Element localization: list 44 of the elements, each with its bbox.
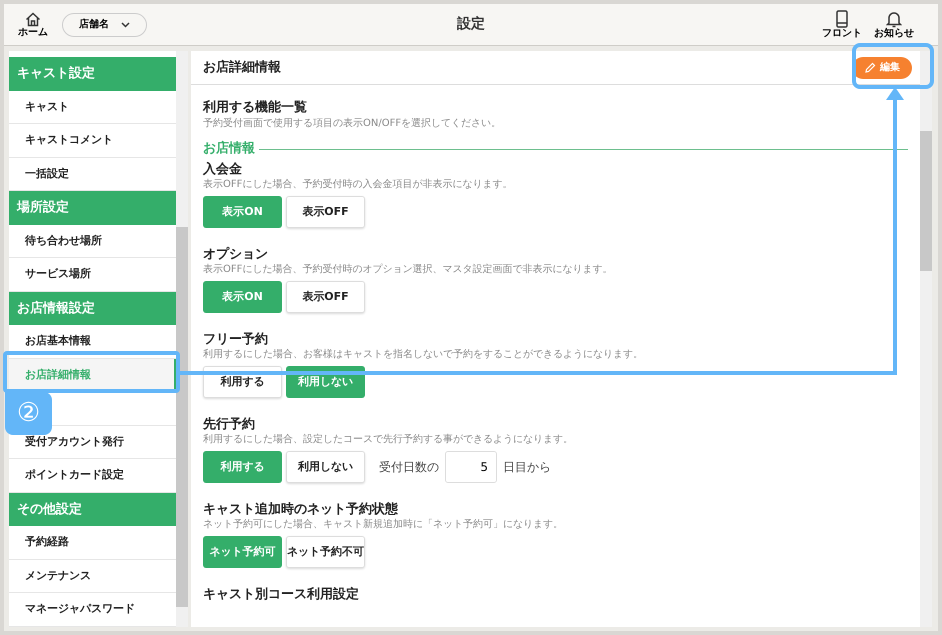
bell-icon <box>886 10 902 28</box>
sidebar-item[interactable]: メンテナンス <box>9 560 176 593</box>
sidebar-section-header: キャスト設定 <box>9 57 176 90</box>
setting-title: 先行予約 <box>203 416 256 433</box>
home-button[interactable]: ホーム <box>16 12 50 38</box>
setting-title: 入会金 <box>203 161 243 178</box>
toggle-option[interactable]: 表示OFF <box>286 196 365 228</box>
days-label: 日目から <box>503 459 551 476</box>
setting-description: 利用するにした場合、お客様はキャストを指名しないで予約をすることができるようになります。 <box>203 348 644 361</box>
setting-title: オプション <box>203 246 269 263</box>
sidebar-item[interactable]: 一括設定 <box>9 158 176 191</box>
setting-title: キャスト別コース利用設定 <box>203 586 360 603</box>
sidebar-item[interactable]: 待ち合わせ場所 <box>9 224 176 258</box>
toggle-option[interactable]: ネット予約不可 <box>286 536 365 568</box>
section-title: 利用する機能一覧 <box>203 99 308 117</box>
setting-title: フリー予約 <box>203 331 269 348</box>
sidebar-section-header: お店情報設定 <box>9 292 176 325</box>
setting-description: ネット予約可にした場合、キャスト新規追加時に「ネット予約可」になります。 <box>203 518 564 531</box>
header-action[interactable]: お知らせ <box>874 10 914 39</box>
setting-description: 利用するにした場合、設定したコースで先行予約する事ができるようになります。 <box>203 433 574 446</box>
section-description: 予約受付画面で使用する項目の表示ON/OFFを選択してください。 <box>203 117 502 131</box>
days-input[interactable]: 5 <box>445 451 497 483</box>
setting-description: 表示OFFにした場合、予約受付時のオプション選択、マスタ設定画面で非表示になります。 <box>203 263 614 276</box>
scrollbar[interactable] <box>176 51 188 627</box>
header-action[interactable]: フロント <box>822 10 862 39</box>
sidebar-item[interactable]: 受付アカウント発行 <box>9 426 176 459</box>
home-icon <box>25 12 41 26</box>
step-badge: ② <box>5 392 52 435</box>
days-label: 受付日数の <box>379 459 439 476</box>
pencil-icon <box>864 62 876 74</box>
store-select[interactable]: 店舗名 <box>62 12 147 36</box>
scrollbar[interactable] <box>920 51 932 627</box>
toggle-option[interactable]: 表示OFF <box>286 281 365 313</box>
chevron-down-icon <box>121 22 130 28</box>
sidebar-item[interactable]: キャスト <box>9 90 176 124</box>
panel-title: お店詳細情報 <box>203 58 281 77</box>
toggle-option[interactable]: 利用しない <box>286 451 365 483</box>
page-title: 設定 <box>457 14 485 34</box>
sidebar-section-header: その他設定 <box>9 492 176 526</box>
setting-title: キャスト追加時のネット予約状態 <box>203 501 399 518</box>
sidebar-section-header: 場所設定 <box>9 191 176 224</box>
setting-description: 表示OFFにした場合、予約受付時の入会金項目が非表示になります。 <box>203 178 514 191</box>
group-heading: お店情報 <box>203 141 255 157</box>
phone-icon <box>836 10 848 28</box>
